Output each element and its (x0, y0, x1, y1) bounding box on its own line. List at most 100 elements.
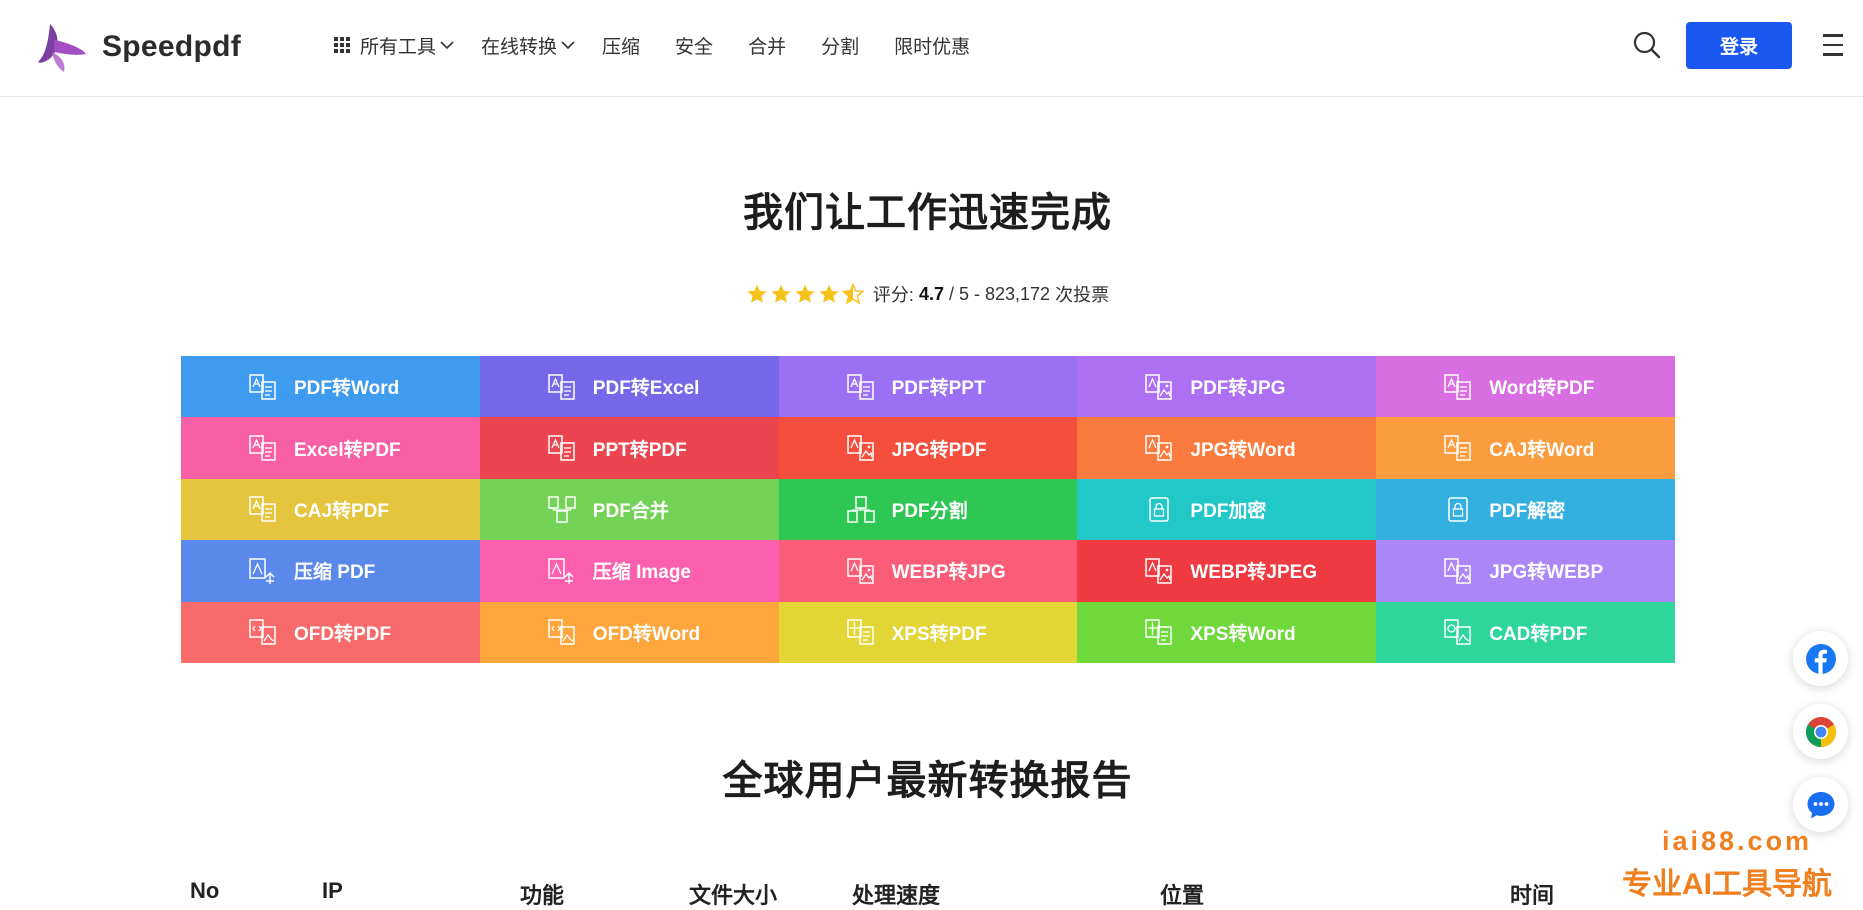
column-header-speed[interactable]: 处理速度 (852, 878, 940, 910)
tool-label: WEBP转JPEG (1190, 562, 1318, 584)
unlock-icon (1448, 497, 1468, 523)
main-nav: 所有工具 在线转换 压缩 安全 合并 分割 限时优惠 (334, 30, 1005, 60)
tool-label: CAJ转PDF (294, 500, 390, 522)
star-icon (795, 284, 815, 303)
tool-tile[interactable]: 压缩 Image (479, 540, 779, 602)
tool-label: CAJ转Word (1489, 439, 1595, 461)
search-icon[interactable] (1632, 30, 1662, 60)
tool-label: PDF分割 (891, 500, 968, 522)
tool-tile[interactable]: OFD转PDF (181, 601, 480, 663)
watermark-text: 专业AI工具导航 (1622, 868, 1832, 901)
merge-icon (548, 496, 576, 524)
rating-row: 评分: 4.7 / 5 - 823,172 次投票 (0, 281, 1855, 307)
rating-prefix: 评分: (872, 285, 919, 305)
nav-promotion[interactable]: 限时优惠 (894, 32, 970, 59)
logo[interactable]: Speedpdf (36, 22, 241, 72)
rating-value: 4.7 (918, 283, 944, 304)
nav-label: 在线转换 (481, 36, 558, 58)
tool-label: 压缩 Image (592, 562, 691, 584)
tool-tile[interactable]: PPT转PDF (479, 417, 779, 479)
tool-tile[interactable]: WEBP转JPG (778, 540, 1078, 602)
tool-tile[interactable]: PDF转Excel (479, 356, 779, 418)
tool-tile[interactable]: PDF合并 (479, 478, 779, 541)
tool-tile[interactable]: CAD转PDF (1376, 601, 1675, 663)
tool-tile[interactable]: 压缩 PDF (181, 540, 480, 602)
tool-tile[interactable]: CAJ转Word (1376, 417, 1675, 479)
tool-tile[interactable]: PDF转Word (181, 356, 480, 418)
tool-label: PDF解密 (1489, 500, 1566, 522)
vote-count: 823,172 (984, 283, 1051, 304)
vote-suffix: 次投票 (1050, 285, 1110, 305)
nav-compress[interactable]: 压缩 (602, 32, 640, 59)
nav-all-tools[interactable]: 所有工具 (334, 32, 454, 59)
tool-label: XPS转Word (1190, 623, 1296, 645)
tool-tile[interactable]: JPG转WEBP (1376, 540, 1675, 602)
facebook-icon (1805, 643, 1836, 674)
grid-icon (334, 37, 350, 53)
chrome-icon (1805, 716, 1836, 747)
star-icon (819, 284, 839, 303)
facebook-share-button[interactable] (1793, 631, 1848, 686)
star-icon (771, 284, 791, 303)
word-doc-icon (1444, 373, 1471, 400)
column-header-time[interactable]: 时间 (1510, 878, 1554, 910)
xps-pdf-icon (846, 619, 874, 646)
nav-split[interactable]: 分割 (821, 32, 859, 59)
xps-word-icon (1145, 619, 1173, 646)
nav-merge[interactable]: 合并 (748, 32, 786, 59)
speedpdf-logo-icon (38, 24, 86, 72)
tool-tile[interactable]: PDF转JPG (1077, 356, 1377, 418)
tool-label: Word转PDF (1489, 378, 1595, 400)
column-header-no[interactable]: No (190, 878, 219, 904)
column-header-ip[interactable]: IP (322, 878, 343, 904)
jpg-doc-icon (1145, 435, 1173, 461)
logo-text: Speedpdf (102, 30, 242, 63)
ofd-pdf-icon (249, 619, 276, 646)
tool-tile[interactable]: Excel转PDF (181, 417, 480, 479)
rating-stars (746, 283, 866, 305)
nav-security[interactable]: 安全 (675, 32, 713, 59)
cad-pdf-icon (1444, 619, 1471, 646)
pdf-doc-icon (249, 373, 276, 400)
tool-label: OFD转PDF (294, 623, 392, 645)
column-header-file-size[interactable]: 文件大小 (689, 878, 777, 910)
tool-tile[interactable]: CAJ转PDF (181, 478, 480, 541)
chevron-down-icon (561, 41, 575, 50)
tool-label: CAD转PDF (1489, 623, 1588, 645)
tool-tile[interactable]: WEBP转JPEG (1077, 540, 1377, 602)
tool-label: PPT转PDF (592, 439, 687, 461)
tool-tile[interactable]: PDF转PPT (778, 356, 1078, 418)
ofd-word-icon (548, 619, 575, 646)
tool-tile[interactable]: Word转PDF (1376, 356, 1675, 418)
tool-label: JPG转PDF (891, 439, 987, 461)
column-header-location[interactable]: 位置 (1160, 878, 1204, 910)
hero-title: 我们让工作迅速完成 (743, 191, 1112, 235)
ppt-slide-icon (548, 435, 575, 461)
tool-label: OFD转Word (592, 623, 701, 645)
nav-label: 所有工具 (360, 36, 437, 58)
pdf-slide-icon (846, 373, 874, 400)
tool-label: PDF转Excel (592, 378, 700, 400)
chat-support-button[interactable] (1793, 777, 1848, 832)
tool-label: WEBP转JPG (891, 562, 1006, 584)
tool-label: PDF加密 (1190, 500, 1267, 522)
tool-tile[interactable]: JPG转Word (1077, 417, 1377, 479)
column-header-function[interactable]: 功能 (520, 878, 564, 910)
tool-tile[interactable]: PDF解密 (1376, 478, 1675, 541)
watermark-url: iai88.com (1662, 826, 1813, 856)
half-star-icon (841, 283, 864, 305)
tool-tile[interactable]: PDF加密 (1077, 478, 1377, 541)
tool-label: PDF转Word (294, 378, 400, 400)
tool-tile[interactable]: XPS转Word (1077, 601, 1377, 663)
login-button[interactable]: 登录 (1686, 22, 1792, 69)
hamburger-menu-icon[interactable] (1823, 34, 1845, 58)
caj-pdf-icon (249, 496, 276, 523)
tool-tile[interactable]: PDF分割 (778, 478, 1078, 541)
tool-label: PDF转PPT (891, 378, 986, 400)
split-icon (846, 496, 875, 524)
nav-online-convert[interactable]: 在线转换 (481, 32, 575, 59)
tool-tile[interactable]: XPS转PDF (778, 601, 1078, 663)
chrome-extension-button[interactable] (1793, 704, 1848, 759)
tool-tile[interactable]: OFD转Word (479, 601, 779, 663)
tool-tile[interactable]: JPG转PDF (778, 417, 1078, 479)
